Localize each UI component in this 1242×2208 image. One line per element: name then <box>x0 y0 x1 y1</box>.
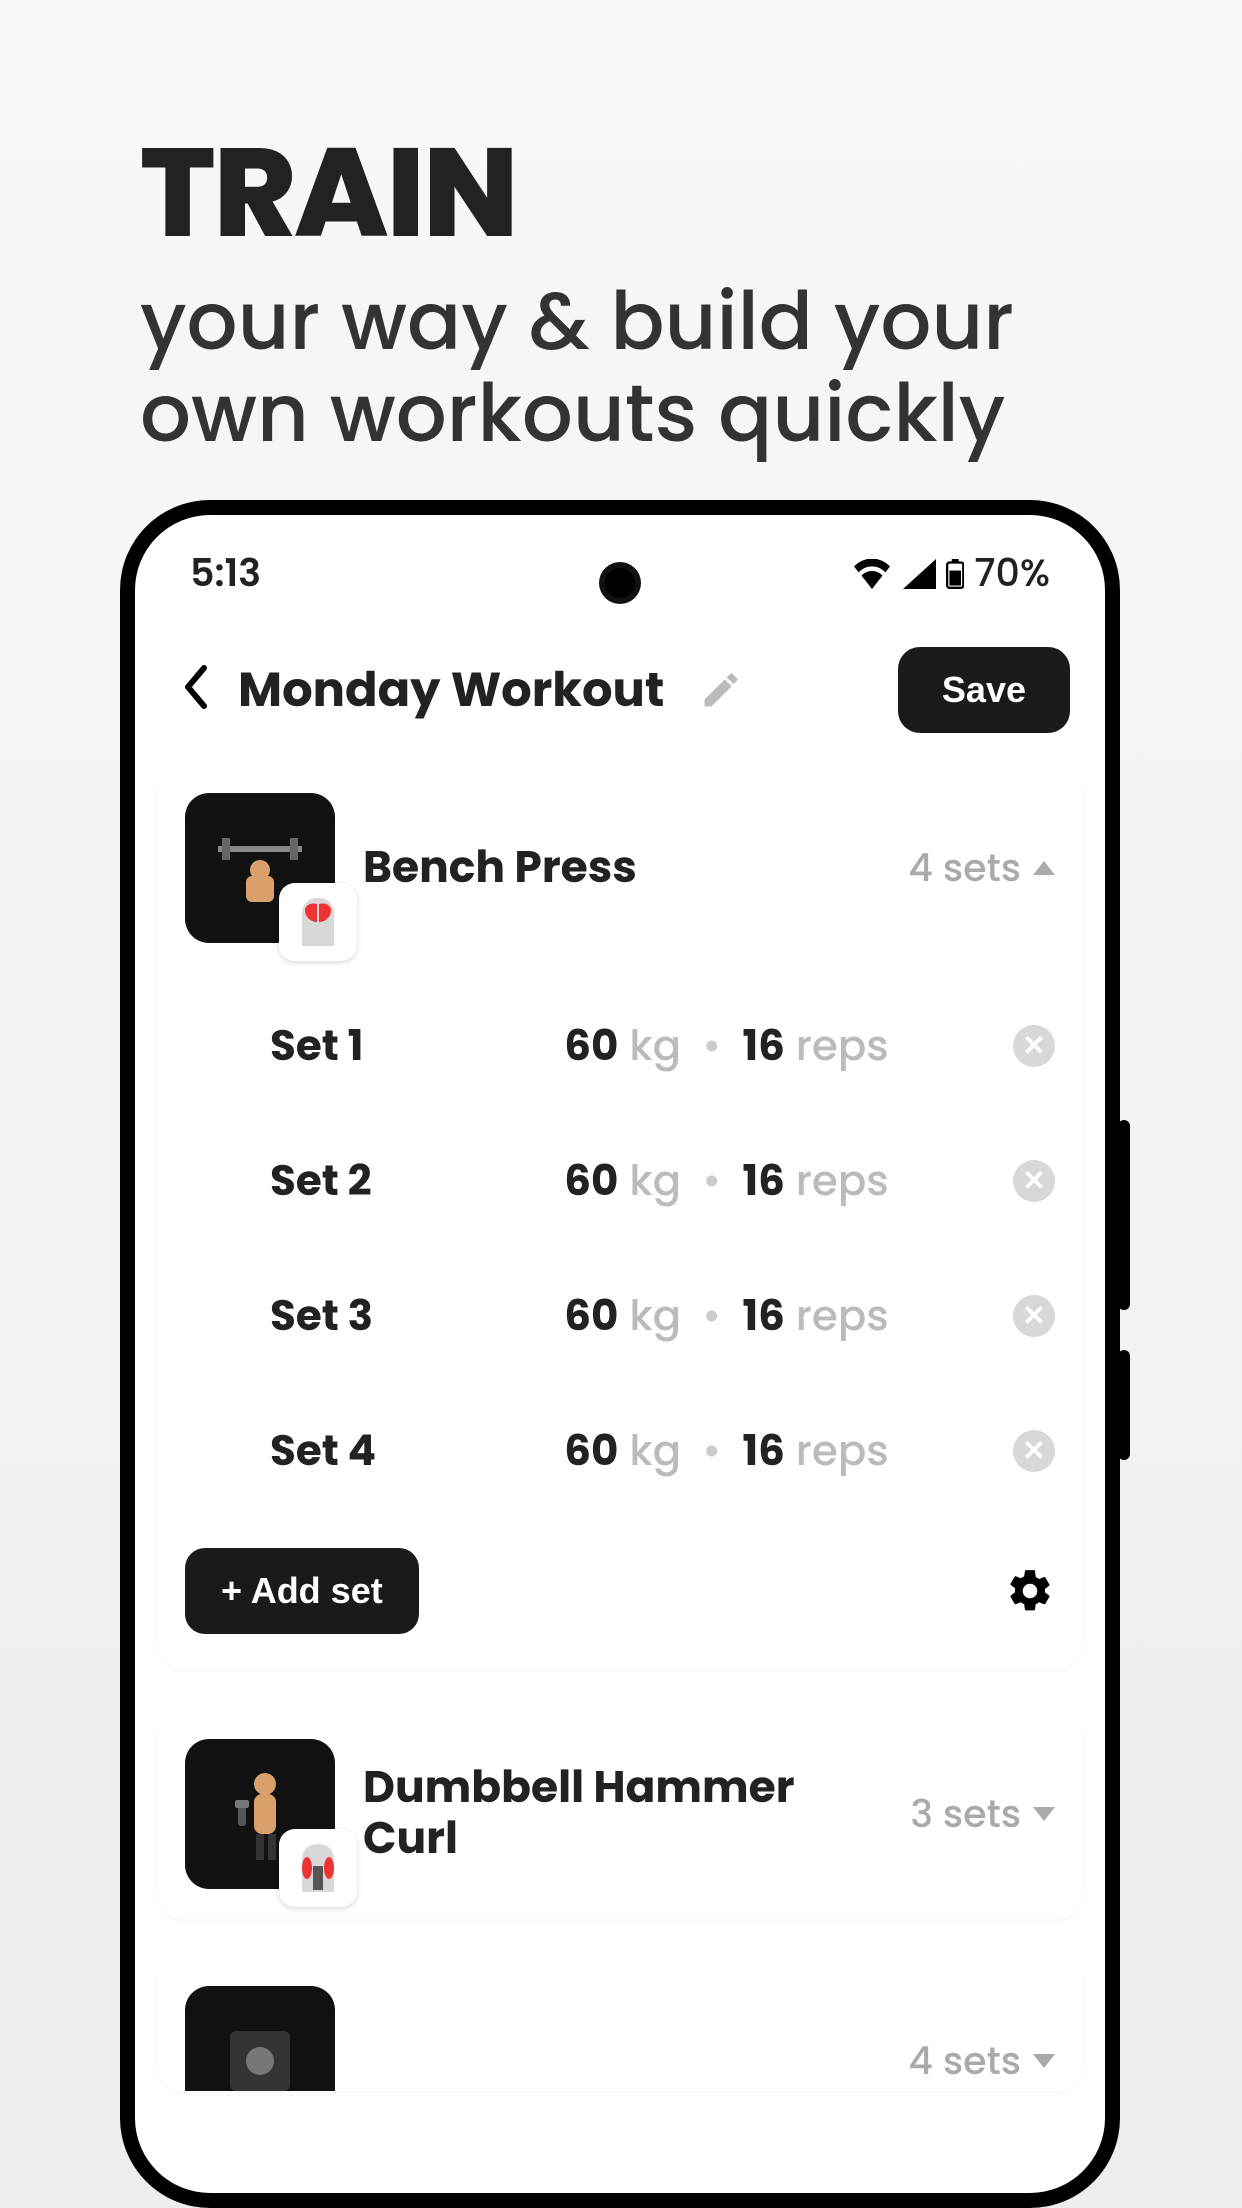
set-label: Set 3 <box>270 1284 440 1347</box>
exercise-sets-count[interactable]: 3 sets <box>910 1786 1055 1843</box>
headline-subline: your way & build your own workouts quick… <box>140 275 1100 459</box>
set-values[interactable]: 60 kg • 16 reps <box>440 1419 1013 1482</box>
edit-icon[interactable] <box>699 668 743 712</box>
gear-icon[interactable] <box>1005 1566 1055 1616</box>
set-label: Set 1 <box>270 1014 440 1077</box>
muscle-badge <box>279 1829 357 1907</box>
exercise-header[interactable]: 4 sets <box>185 1986 1055 2091</box>
sets-count-label: 3 sets <box>910 1786 1021 1843</box>
headline-title: TRAIN <box>140 130 1100 255</box>
set-values[interactable]: 60 kg • 16 reps <box>440 1014 1013 1077</box>
exercise-card: Bench Press 4 sets Set 1 60 kg • 16 reps <box>157 763 1083 1669</box>
exercise-thumbnail <box>185 1986 335 2091</box>
phone-screen: 5:13 70% Monday Workout Save <box>135 515 1105 2193</box>
wifi-icon <box>854 559 890 589</box>
chevron-down-icon <box>1033 2054 1055 2068</box>
set-values[interactable]: 60 kg • 16 reps <box>440 1149 1013 1212</box>
machine-exercise-illustration <box>210 2011 310 2091</box>
set-row: Set 4 60 kg • 16 reps ✕ <box>270 1383 1055 1518</box>
exercise-sets-count[interactable]: 4 sets <box>908 2033 1055 2090</box>
chevron-left-icon <box>180 664 208 710</box>
delete-set-button[interactable]: ✕ <box>1013 1430 1055 1472</box>
status-right: 70% <box>854 545 1050 602</box>
save-button[interactable]: Save <box>898 647 1070 733</box>
battery-icon <box>946 559 964 589</box>
cellular-icon <box>900 559 936 589</box>
chevron-down-icon <box>1033 1807 1055 1821</box>
status-bar: 5:13 70% <box>135 515 1105 612</box>
app-header: Monday Workout Save <box>135 612 1105 763</box>
status-battery: 70% <box>974 545 1050 602</box>
delete-set-button[interactable]: ✕ <box>1013 1160 1055 1202</box>
delete-set-button[interactable]: ✕ <box>1013 1295 1055 1337</box>
back-button[interactable] <box>170 648 218 733</box>
phone-volume-button <box>1118 1120 1130 1310</box>
set-label: Set 2 <box>270 1149 440 1212</box>
marketing-headline: TRAIN your way & build your own workouts… <box>140 130 1100 459</box>
exercise-card: 4 sets <box>157 1951 1083 2091</box>
chest-muscle-icon <box>288 892 348 952</box>
exercise-thumbnail <box>185 793 335 943</box>
exercise-sets-count[interactable]: 4 sets <box>908 840 1055 897</box>
sets-count-label: 4 sets <box>908 840 1021 897</box>
delete-set-button[interactable]: ✕ <box>1013 1025 1055 1067</box>
status-time: 5:13 <box>190 545 261 602</box>
set-values[interactable]: 60 kg • 16 reps <box>440 1284 1013 1347</box>
card-footer: + Add set <box>185 1548 1055 1634</box>
add-set-button[interactable]: + Add set <box>185 1548 419 1634</box>
set-row: Set 1 60 kg • 16 reps ✕ <box>270 978 1055 1113</box>
exercise-thumbnail <box>185 1739 335 1889</box>
exercise-header[interactable]: Dumbbell Hammer Curl 3 sets <box>185 1739 1055 1889</box>
exercise-name: Bench Press <box>363 843 880 894</box>
exercise-name: Dumbbell Hammer Curl <box>363 1763 882 1864</box>
sets-list: Set 1 60 kg • 16 reps ✕ Set 2 60 kg <box>270 978 1055 1518</box>
set-row: Set 3 60 kg • 16 reps ✕ <box>270 1248 1055 1383</box>
muscle-badge <box>279 883 357 961</box>
set-label: Set 4 <box>270 1419 440 1482</box>
biceps-muscle-icon <box>288 1838 348 1898</box>
exercise-header[interactable]: Bench Press 4 sets <box>185 793 1055 943</box>
phone-frame: 5:13 70% Monday Workout Save <box>120 500 1120 2208</box>
workout-title: Monday Workout <box>238 654 664 726</box>
chevron-up-icon <box>1033 861 1055 875</box>
sets-count-label: 4 sets <box>908 2033 1021 2090</box>
phone-power-button <box>1118 1350 1130 1460</box>
exercise-card: Dumbbell Hammer Curl 3 sets <box>157 1709 1083 1919</box>
set-row: Set 2 60 kg • 16 reps ✕ <box>270 1113 1055 1248</box>
